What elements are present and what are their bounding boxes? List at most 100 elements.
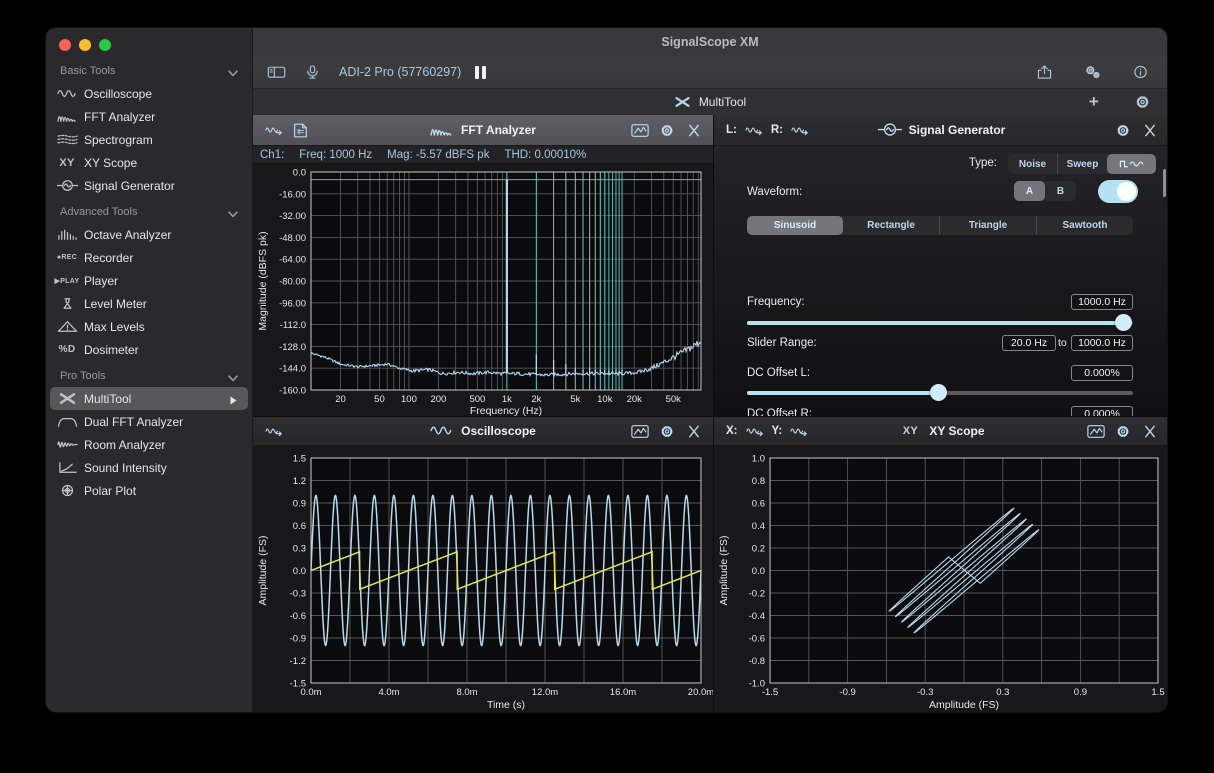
slider-range-from-field[interactable]: 20.0 Hz	[1002, 335, 1056, 351]
sidebar-item-label: Level Meter	[84, 297, 147, 311]
add-tab-icon[interactable]: +	[1081, 92, 1107, 112]
scope-close-icon[interactable]	[685, 424, 703, 439]
fft-close-icon[interactable]	[685, 123, 703, 138]
chart-view-icon[interactable]	[631, 123, 649, 138]
svg-text:0.0: 0.0	[293, 168, 306, 179]
siggen-close-icon[interactable]	[1141, 123, 1159, 138]
output-toggle[interactable]	[1098, 180, 1138, 203]
sidebar-item-multitool[interactable]: MultiTool	[50, 387, 248, 410]
oscilloscope-header: Oscilloscope	[253, 417, 713, 446]
svg-text:Amplitude (FS): Amplitude (FS)	[718, 535, 730, 605]
xytext-icon: XY	[50, 157, 84, 169]
right-channel-wave-icon[interactable]	[791, 123, 809, 138]
readout-thd: THD: 0.00010%	[504, 149, 586, 161]
gears-icon[interactable]	[1079, 62, 1105, 82]
shape-option-sawtooth[interactable]: Sawtooth	[1036, 216, 1133, 235]
fft-chart[interactable]: 0.0-16.00-32.00-48.00-64.00-80.00-96.00-…	[253, 164, 713, 416]
info-icon[interactable]	[1127, 62, 1153, 82]
pause-button[interactable]	[475, 66, 486, 79]
shape-option-triangle[interactable]: Triangle	[939, 216, 1036, 235]
dc-offset-r-label: DC Offset R:	[747, 408, 812, 416]
scrollbar-thumb[interactable]	[1163, 169, 1166, 197]
input-signal-icon[interactable]	[265, 123, 283, 138]
scope-settings-gear-icon[interactable]	[658, 424, 676, 439]
sidebar-item-fft-analyzer[interactable]: FFT Analyzer	[50, 105, 248, 128]
zoom-window-button[interactable]	[99, 39, 111, 51]
sidebar-item-level-meter[interactable]: Level Meter	[50, 292, 248, 315]
dc-offset-l-slider-thumb[interactable]	[930, 384, 947, 401]
tab-multitool[interactable]: MultiTool	[699, 95, 746, 109]
xy-settings-gear-icon[interactable]	[1114, 424, 1132, 439]
xy-chart[interactable]: 1.00.80.60.40.20.0-0.2-0.4-0.6-0.8-1.0-1…	[714, 446, 1167, 712]
dc-offset-r-field[interactable]: 0.000%	[1071, 406, 1133, 416]
sidebar-item-dual-fft-analyzer[interactable]: Dual FFT Analyzer	[50, 410, 248, 433]
slider-range-label: Slider Range:	[747, 337, 817, 349]
fft-readout-bar: Ch1: Freq: 1000 Hz Mag: -5.57 dBFS pk TH…	[253, 146, 713, 164]
svg-text:-0.3: -0.3	[290, 589, 306, 600]
sidebar-item-recorder[interactable]: ●RECRecorder	[50, 246, 248, 269]
scope-chart-view-icon[interactable]	[631, 424, 649, 439]
device-selector[interactable]: ADI-2 Pro (57760297)	[339, 65, 461, 79]
sidebar-toggle-icon[interactable]	[263, 62, 289, 82]
sidebar-item-signal-generator[interactable]: Signal Generator	[50, 174, 248, 197]
svg-text:1.0: 1.0	[752, 454, 765, 465]
slider-range-to-field[interactable]: 1000.0 Hz	[1071, 335, 1133, 351]
svg-text:-0.3: -0.3	[917, 687, 933, 698]
svg-text:-48.00: -48.00	[279, 233, 306, 244]
sidebar-item-room-analyzer[interactable]: Room Analyzer	[50, 433, 248, 456]
sidebar-item-oscilloscope[interactable]: Oscilloscope	[50, 82, 248, 105]
detach-play-icon[interactable]	[230, 394, 237, 403]
sidebar-section-basic-tools[interactable]: Basic Tools	[46, 60, 252, 82]
shape-option-sinusoid[interactable]: Sinusoid	[747, 216, 843, 235]
share-icon[interactable]	[1031, 62, 1057, 82]
xy-chart-view-icon[interactable]	[1087, 424, 1105, 439]
svg-text:0.9: 0.9	[1074, 687, 1087, 698]
x-channel-wave-icon[interactable]	[746, 424, 764, 439]
frequency-slider-thumb[interactable]	[1115, 314, 1132, 331]
svg-text:-96.00: -96.00	[279, 298, 306, 309]
sidebar-item-sound-intensity[interactable]: Sound Intensity	[50, 456, 248, 479]
scope-input-signal-icon[interactable]	[265, 424, 283, 439]
xy-close-icon[interactable]	[1141, 424, 1159, 439]
type-option-noise[interactable]: Noise	[1008, 154, 1057, 174]
sidebar-item-polar-plot[interactable]: Polar Plot	[50, 479, 248, 502]
dc-offset-l-field[interactable]: 0.000%	[1071, 365, 1133, 381]
y-channel-wave-icon[interactable]	[790, 424, 808, 439]
window-controls	[46, 28, 252, 56]
chevron-down-icon	[228, 373, 238, 380]
svg-text:-16.00: -16.00	[279, 189, 306, 200]
microphone-icon[interactable]	[299, 62, 325, 82]
snapshot-document-icon[interactable]	[291, 123, 309, 138]
fft-settings-gear-icon[interactable]	[658, 123, 676, 138]
type-option-sweep[interactable]: Sweep	[1057, 154, 1107, 174]
waveform-option-b[interactable]: B	[1045, 181, 1076, 201]
waveform-option-a[interactable]: A	[1014, 181, 1045, 201]
svg-text:0.6: 0.6	[293, 521, 306, 532]
sidebar-item-spectrogram[interactable]: Spectrogram	[50, 128, 248, 151]
frequency-value-field[interactable]: 1000.0 Hz	[1071, 294, 1133, 310]
dc-offset-l-slider[interactable]	[747, 384, 1133, 401]
type-option-pulsewave[interactable]	[1107, 154, 1156, 174]
toolbar: ADI-2 Pro (57760297)	[253, 56, 1167, 89]
oscilloscope-chart[interactable]: 1.51.20.90.60.30.0-0.3-0.6-0.9-1.2-1.50.…	[253, 446, 713, 712]
shape-option-rectangle[interactable]: Rectangle	[843, 216, 939, 235]
svg-text:200: 200	[430, 394, 446, 405]
type-label: Type:	[969, 157, 997, 169]
xy-scope-header: X: Y: XY XY Scope	[714, 417, 1167, 446]
sidebar-item-xy-scope[interactable]: XYXY Scope	[50, 151, 248, 174]
sidebar-section-advanced-tools[interactable]: Advanced Tools	[46, 201, 252, 223]
sidebar-item-max-levels[interactable]: Max Levels	[50, 315, 248, 338]
svg-text:1k: 1k	[502, 394, 512, 405]
left-channel-wave-icon[interactable]	[745, 123, 763, 138]
sidebar-tool-list: Basic ToolsOscilloscopeFFT AnalyzerSpect…	[46, 60, 252, 502]
sidebar-item-octave-analyzer[interactable]: Octave Analyzer	[50, 223, 248, 246]
sidebar-item-dosimeter[interactable]: %DDosimeter	[50, 338, 248, 361]
tab-settings-gear-icon[interactable]	[1129, 92, 1155, 112]
frequency-slider[interactable]	[747, 314, 1133, 331]
sidebar-section-pro-tools[interactable]: Pro Tools	[46, 365, 252, 387]
close-window-button[interactable]	[59, 39, 71, 51]
minimize-window-button[interactable]	[79, 39, 91, 51]
sidebar-item-player[interactable]: ▶PLAYPlayer	[50, 269, 248, 292]
sidebar-item-label: Dosimeter	[84, 343, 139, 357]
siggen-settings-gear-icon[interactable]	[1114, 123, 1132, 138]
